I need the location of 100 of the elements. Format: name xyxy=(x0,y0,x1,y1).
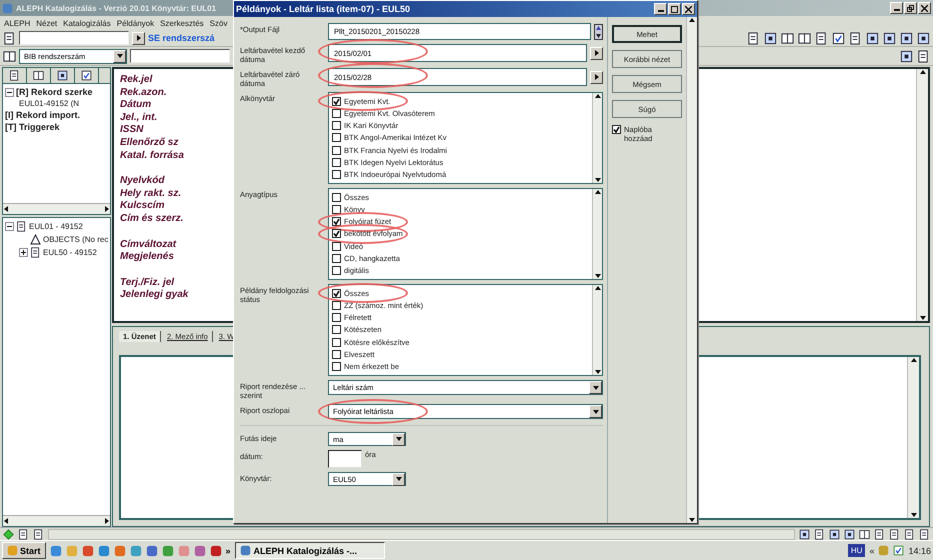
app-icon[interactable] xyxy=(194,544,206,556)
close-button[interactable] xyxy=(918,2,931,14)
menu-item[interactable]: Nézet xyxy=(36,18,58,28)
checkbox[interactable] xyxy=(332,204,341,214)
language-indicator[interactable]: HU xyxy=(848,544,866,557)
close-icon xyxy=(685,6,692,12)
menu-item[interactable]: Szöv xyxy=(210,18,228,28)
checkbox[interactable] xyxy=(332,158,341,168)
checkbox[interactable] xyxy=(332,96,341,106)
menu-item[interactable]: Katalogizálás xyxy=(63,18,111,28)
checkbox[interactable] xyxy=(332,313,341,322)
restore-button[interactable] xyxy=(904,2,917,14)
close-button[interactable] xyxy=(682,3,695,15)
check-icon xyxy=(333,98,340,105)
vertical-scrollbar[interactable] xyxy=(907,357,919,518)
checkbox[interactable] xyxy=(332,146,341,155)
arrow-down-icon xyxy=(594,273,602,279)
checkbox[interactable] xyxy=(332,192,341,202)
arrow-up-icon xyxy=(594,285,602,291)
field-label: Rek.jel xyxy=(120,74,152,87)
dropdown-button[interactable] xyxy=(113,50,126,62)
arrow-button[interactable] xyxy=(590,70,603,84)
vertical-scrollbar[interactable] xyxy=(592,189,602,279)
field-label: Jelenlegi gyak xyxy=(120,289,188,302)
app-icon[interactable] xyxy=(210,544,222,556)
taskbar-button[interactable]: ALEPH Katalogizálás -... xyxy=(234,542,385,559)
checkbox[interactable] xyxy=(332,217,341,226)
more-label[interactable]: » xyxy=(226,546,231,556)
app-icon[interactable] xyxy=(98,544,110,556)
checkbox[interactable] xyxy=(332,338,341,347)
window-title: ALEPH Katalogizálás - Verzió 20.01 Könyvtár: EUL01 xyxy=(16,4,216,12)
dropdown-button[interactable] xyxy=(589,405,602,418)
menu-item[interactable]: ALEPH xyxy=(4,18,30,28)
horizontal-scrollbar[interactable] xyxy=(3,203,110,214)
vertical-scrollbar[interactable] xyxy=(592,93,602,183)
book-icon[interactable] xyxy=(781,32,794,44)
checkbox[interactable] xyxy=(332,242,341,251)
dropdown-button[interactable] xyxy=(392,472,405,486)
tree-item[interactable]: [R] Rekord szerke xyxy=(16,87,93,97)
maximize-button[interactable] xyxy=(668,3,681,15)
checkbox[interactable] xyxy=(332,229,341,238)
field-label: Nyelvkód xyxy=(120,175,164,188)
checkbox[interactable] xyxy=(332,300,341,310)
arrow-down-icon xyxy=(910,512,918,518)
book-icon[interactable] xyxy=(33,70,44,81)
checkmark-icon[interactable] xyxy=(832,32,845,44)
vertical-scrollbar[interactable] xyxy=(592,285,602,375)
arrow-button[interactable] xyxy=(590,46,603,60)
menu-item[interactable]: Szerkesztés xyxy=(160,18,204,28)
arrow-up-icon xyxy=(594,93,602,99)
tree-item[interactable]: [I] Rekord import. xyxy=(5,110,80,120)
menu-item[interactable]: Példányok xyxy=(116,18,154,28)
book-icon[interactable] xyxy=(798,32,811,44)
app-icon[interactable] xyxy=(50,544,62,556)
book-icon[interactable] xyxy=(3,50,16,62)
vertical-scrollbar[interactable] xyxy=(916,69,928,321)
search-field[interactable] xyxy=(130,49,230,63)
start-button[interactable]: Start xyxy=(2,542,46,559)
arrow-down-icon xyxy=(594,177,602,183)
checkbox[interactable] xyxy=(332,362,341,372)
arrow-up-icon xyxy=(688,17,696,23)
date-input[interactable] xyxy=(328,450,362,468)
tree-item[interactable]: OBJECTS (No rec xyxy=(43,235,108,244)
minimize-button[interactable] xyxy=(654,3,667,15)
horizontal-scrollbar[interactable] xyxy=(3,515,110,526)
checkbox[interactable] xyxy=(332,133,341,142)
checkbox[interactable] xyxy=(332,108,341,118)
checkbox[interactable] xyxy=(332,266,341,276)
checkbox[interactable] xyxy=(332,350,341,360)
checkbox[interactable] xyxy=(332,121,341,130)
tree-item[interactable]: [T] Triggerek xyxy=(5,122,60,132)
field-label: Katal. forrása xyxy=(120,150,184,162)
checkbox[interactable] xyxy=(332,325,341,334)
minimize-button[interactable] xyxy=(890,2,903,14)
search-field[interactable] xyxy=(19,31,129,45)
spinner-icon[interactable] xyxy=(594,24,603,40)
tree-item[interactable]: EUL01 - 49152 xyxy=(29,222,83,231)
tree-item[interactable]: EUL01-49152 (N xyxy=(19,99,80,108)
field-label: Jel., int. xyxy=(120,112,158,124)
dropdown-button[interactable] xyxy=(392,432,405,446)
checkbox[interactable] xyxy=(332,254,341,264)
book-icon[interactable] xyxy=(859,528,870,540)
checkbox[interactable] xyxy=(332,170,341,180)
vertical-scrollbar[interactable] xyxy=(686,17,697,523)
dropdown-button[interactable] xyxy=(589,381,602,394)
caret-icon xyxy=(394,436,402,442)
field-label: Cím és szerz. xyxy=(120,212,184,226)
app-icon[interactable] xyxy=(146,544,158,556)
checkbox[interactable] xyxy=(332,288,341,298)
tree-item[interactable]: EUL50 - 49152 xyxy=(43,248,97,257)
go-button[interactable] xyxy=(132,32,145,44)
expand-icon[interactable] xyxy=(19,248,28,257)
arrow-up-icon xyxy=(918,69,926,75)
collapse-icon[interactable] xyxy=(5,88,14,96)
tray-expand[interactable]: « xyxy=(869,546,874,556)
tray-icon[interactable] xyxy=(893,545,904,556)
app-icon[interactable] xyxy=(82,544,94,556)
caret-icon xyxy=(592,408,600,414)
checkbox[interactable] xyxy=(612,125,621,134)
collapse-icon[interactable] xyxy=(5,222,14,231)
